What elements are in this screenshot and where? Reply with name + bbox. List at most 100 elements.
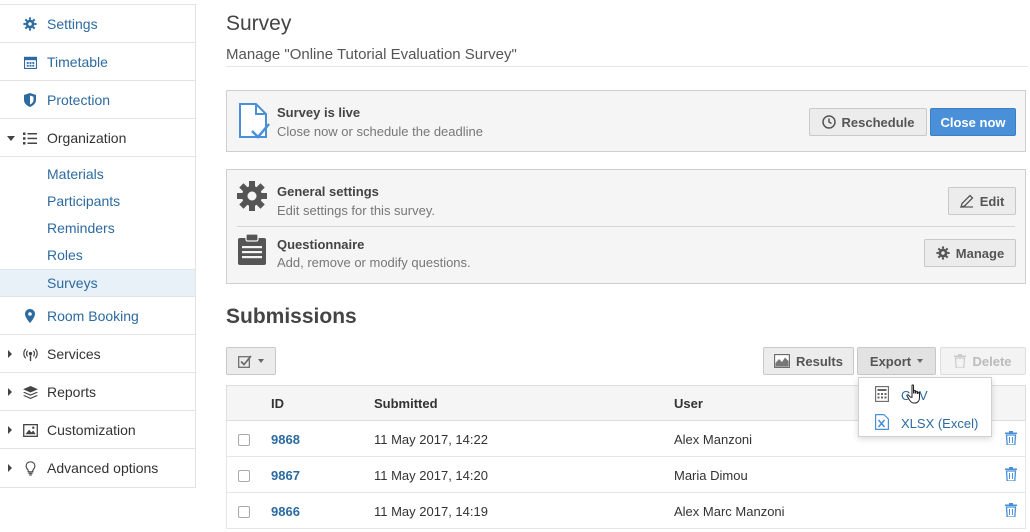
sidebar-subitem-roles[interactable]: Roles	[0, 242, 195, 269]
spreadsheet-icon	[875, 385, 889, 405]
layers-icon	[22, 384, 38, 400]
sidebar-item-label: Protection	[47, 91, 111, 108]
area-chart-icon	[774, 354, 790, 368]
hand-cursor-icon	[906, 384, 924, 407]
sidebar-item-label: Settings	[47, 15, 98, 32]
shield-icon	[22, 92, 38, 108]
settings-divider	[237, 226, 1015, 227]
sidebar-item-advanced-options[interactable]: Advanced options	[0, 449, 195, 487]
submission-date: 11 May 2017, 14:22	[374, 432, 488, 447]
general-settings-title: General settings	[277, 184, 379, 199]
pencil-icon	[959, 194, 974, 208]
manage-questionnaire-button[interactable]: Manage	[924, 239, 1016, 267]
organization-submenu: Materials Participants Reminders Roles S…	[0, 157, 195, 297]
submission-id-link[interactable]: 9868	[271, 432, 300, 447]
sidebar-item-room-booking[interactable]: Room Booking	[0, 297, 195, 335]
submission-id-link[interactable]: 9867	[271, 468, 300, 483]
sidebar-item-label: Room Booking	[47, 307, 139, 324]
sidebar-item-customization[interactable]: Customization	[0, 411, 195, 449]
checkbox-icon	[238, 355, 252, 368]
submission-id-link[interactable]: 9866	[271, 504, 300, 519]
submission-date: 11 May 2017, 14:19	[374, 504, 488, 519]
row-checkbox[interactable]	[238, 506, 250, 518]
lightbulb-icon	[22, 460, 38, 476]
submissions-title: Submissions	[226, 305, 357, 328]
column-header-submitted[interactable]: Submitted	[374, 396, 438, 411]
survey-settings-panel: General settings Edit settings for this …	[226, 169, 1026, 284]
sidebar-item-label: Organization	[47, 129, 127, 146]
row-checkbox[interactable]	[238, 434, 250, 446]
caret-right-icon	[8, 350, 12, 358]
sidebar-subitem-materials[interactable]: Materials	[0, 161, 195, 188]
caret-right-icon	[8, 464, 12, 472]
page-subtitle: Manage "Online Tutorial Evaluation Surve…	[226, 46, 517, 63]
general-settings-description: Edit settings for this survey.	[277, 203, 435, 218]
trash-icon	[954, 354, 967, 368]
sidebar-item-label: Advanced options	[47, 460, 159, 476]
clock-icon	[821, 115, 836, 129]
excel-icon	[875, 413, 889, 433]
gear-icon	[22, 16, 38, 32]
delete-button[interactable]: Delete	[940, 347, 1026, 375]
select-all-dropdown-button[interactable]	[226, 347, 276, 375]
gear-icon	[936, 246, 950, 260]
manage-label: Manage	[955, 245, 1005, 261]
sidebar-item-settings[interactable]: Settings	[0, 5, 195, 43]
export-label: Export	[869, 353, 912, 369]
caret-right-icon	[8, 426, 12, 434]
edit-label: Edit	[979, 193, 1005, 209]
caret-down-icon	[917, 359, 924, 363]
trash-icon[interactable]	[1005, 431, 1017, 448]
clipboard-icon	[237, 233, 267, 269]
close-now-button[interactable]: Close now	[930, 108, 1016, 136]
survey-status-description: Close now or schedule the deadline	[277, 124, 483, 139]
map-pin-icon	[22, 308, 38, 324]
submission-user: Maria Dimou	[674, 468, 748, 483]
survey-status-panel: Survey is live Close now or schedule the…	[226, 90, 1026, 152]
results-label: Results	[796, 353, 843, 369]
sidebar-subitem-participants[interactable]: Participants	[0, 188, 195, 215]
trash-icon[interactable]	[1005, 503, 1017, 520]
reschedule-button[interactable]: Reschedule	[809, 108, 927, 136]
sidebar-item-label: Services	[47, 345, 101, 362]
export-menu: CSV XLSX (Excel)	[858, 377, 992, 437]
title-divider	[226, 66, 1028, 67]
sidebar-item-timetable[interactable]: Timetable	[0, 43, 195, 81]
submission-user: Alex Marc Manzoni	[674, 504, 785, 519]
list-icon	[22, 130, 38, 146]
gear-icon	[236, 180, 268, 215]
export-dropdown-button[interactable]: Export	[857, 347, 936, 375]
close-now-label: Close now	[940, 114, 1006, 130]
reschedule-label: Reschedule	[841, 114, 915, 130]
image-icon	[22, 422, 38, 438]
trash-icon[interactable]	[1005, 467, 1017, 484]
edit-settings-button[interactable]: Edit	[948, 187, 1016, 215]
sidebar-subitem-surveys[interactable]: Surveys	[0, 269, 195, 296]
delete-label: Delete	[972, 353, 1012, 369]
row-checkbox[interactable]	[238, 470, 250, 482]
results-button[interactable]: Results	[763, 347, 854, 375]
sidebar-item-protection[interactable]: Protection	[0, 81, 195, 119]
survey-document-icon	[238, 103, 270, 142]
column-header-user[interactable]: User	[674, 396, 703, 411]
column-header-id[interactable]: ID	[271, 396, 284, 411]
caret-down-icon	[7, 136, 15, 141]
table-row: 9867 11 May 2017, 14:20 Maria Dimou	[226, 457, 1026, 493]
submission-date: 11 May 2017, 14:20	[374, 468, 488, 483]
export-xlsx-item[interactable]: XLSX (Excel)	[859, 409, 991, 437]
survey-status-title: Survey is live	[277, 105, 361, 120]
sidebar-item-label: Reports	[47, 383, 97, 400]
sidebar-item-organization[interactable]: Organization	[0, 119, 195, 157]
submission-user: Alex Manzoni	[674, 432, 753, 447]
questionnaire-title: Questionnaire	[277, 237, 365, 252]
sidebar-item-label: Timetable	[47, 53, 108, 70]
sidebar-subitem-reminders[interactable]: Reminders	[0, 215, 195, 242]
questionnaire-description: Add, remove or modify questions.	[277, 255, 471, 270]
caret-right-icon	[8, 388, 12, 396]
export-csv-item[interactable]: CSV	[859, 381, 991, 409]
calendar-icon	[22, 54, 38, 70]
sidebar-item-reports[interactable]: Reports	[0, 373, 195, 411]
sidebar-item-label: Customization	[47, 421, 136, 438]
sidebar-item-services[interactable]: Services	[0, 335, 195, 373]
page-title: Survey	[226, 12, 292, 35]
